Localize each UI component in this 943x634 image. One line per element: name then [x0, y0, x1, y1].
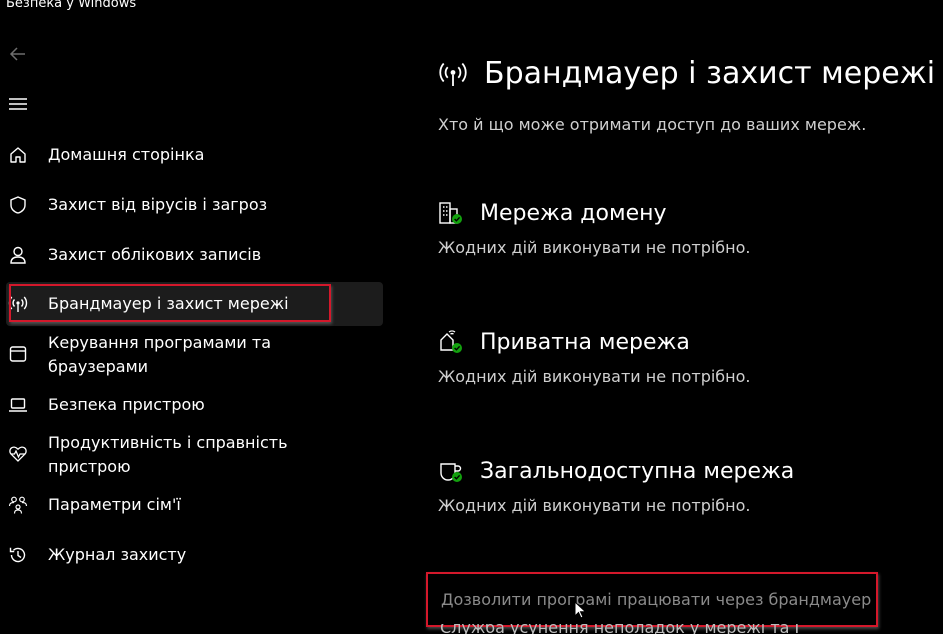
- section-status: Жодних дій виконувати не потрібно.: [438, 238, 751, 257]
- section-status: Жодних дій виконувати не потрібно.: [438, 496, 751, 515]
- back-button[interactable]: [8, 44, 28, 64]
- sidebar-item-label: Керування програмами та браузерами: [48, 333, 272, 376]
- person-icon: [8, 245, 28, 265]
- page-title: Брандмауер і захист мережі: [484, 56, 936, 91]
- section-title: Мережа домену: [480, 200, 667, 226]
- heart-pulse-icon: [8, 444, 28, 464]
- mouse-cursor-icon: [574, 601, 588, 621]
- network-troubleshooter-link[interactable]: Служба усунення неполадок у мережі та Ін…: [440, 624, 800, 634]
- app-window-icon: [8, 344, 28, 364]
- hamburger-menu-icon: [9, 98, 27, 110]
- sidebar-item-firewall[interactable]: Брандмауер і захист мережі: [6, 282, 383, 326]
- sidebar-item-label: Продуктивність і справність пристрою: [48, 433, 288, 476]
- sidebar-item-label: Домашня сторінка: [48, 145, 205, 164]
- section-title: Загальнодоступна мережа: [480, 458, 795, 484]
- sidebar-item-device-performance[interactable]: Продуктивність і справність пристрою: [0, 430, 384, 480]
- laptop-icon: [8, 395, 28, 415]
- network-section-public[interactable]: Загальнодоступна мережа Жодних дій викон…: [438, 458, 795, 516]
- private-network-icon: [438, 329, 464, 355]
- sidebar-item-device-security[interactable]: Безпека пристрою: [0, 392, 384, 418]
- sidebar-item-account-protection[interactable]: Захист облікових записів: [0, 242, 384, 268]
- sidebar-item-home[interactable]: Домашня сторінка: [0, 142, 384, 168]
- app-title: Безпека у Windows: [6, 0, 137, 11]
- sidebar-item-label: Параметри сім'ї: [48, 495, 181, 514]
- page-header: Брандмауер і захист мережі: [438, 56, 935, 91]
- domain-network-icon: [438, 200, 464, 226]
- antenna-icon: [438, 59, 468, 89]
- shield-icon: [8, 195, 28, 215]
- sidebar-item-label: Захист облікових записів: [48, 245, 262, 264]
- back-arrow-icon: [9, 47, 25, 61]
- home-icon: [8, 145, 28, 165]
- window: Безпека у Windows Домашня сторінка Захис…: [0, 0, 943, 634]
- allow-app-link-text: Дозволити програмі працювати через бранд…: [441, 590, 872, 609]
- page-subtitle: Хто й що може отримати доступ до ваших м…: [438, 115, 867, 134]
- network-section-domain[interactable]: Мережа домену Жодних дій виконувати не п…: [438, 200, 751, 258]
- public-network-icon: [438, 458, 464, 484]
- sidebar-item-virus-protection[interactable]: Захист від вірусів і загроз: [0, 192, 384, 218]
- sidebar-item-protection-history[interactable]: Журнал захисту: [0, 542, 384, 568]
- section-status: Жодних дій виконувати не потрібно.: [438, 367, 751, 386]
- family-icon: [8, 495, 28, 515]
- menu-button[interactable]: [8, 94, 28, 114]
- antenna-icon: [8, 294, 28, 314]
- network-section-private[interactable]: Приватна мережа Жодних дій виконувати не…: [438, 329, 751, 387]
- sidebar-item-label: Брандмауер і захист мережі: [48, 294, 289, 313]
- sidebar-item-label: Захист від вірусів і загроз: [48, 195, 268, 214]
- section-title: Приватна мережа: [480, 329, 690, 355]
- sidebar-item-app-browser-control[interactable]: Керування програмами та браузерами: [0, 330, 384, 380]
- sidebar-item-label: Безпека пристрою: [48, 395, 205, 414]
- sidebar-item-label: Журнал захисту: [48, 545, 187, 564]
- allow-app-through-firewall-link[interactable]: Дозволити програмі працювати через бранд…: [426, 572, 878, 627]
- history-icon: [8, 545, 28, 565]
- sidebar-item-family-options[interactable]: Параметри сім'ї: [0, 492, 384, 518]
